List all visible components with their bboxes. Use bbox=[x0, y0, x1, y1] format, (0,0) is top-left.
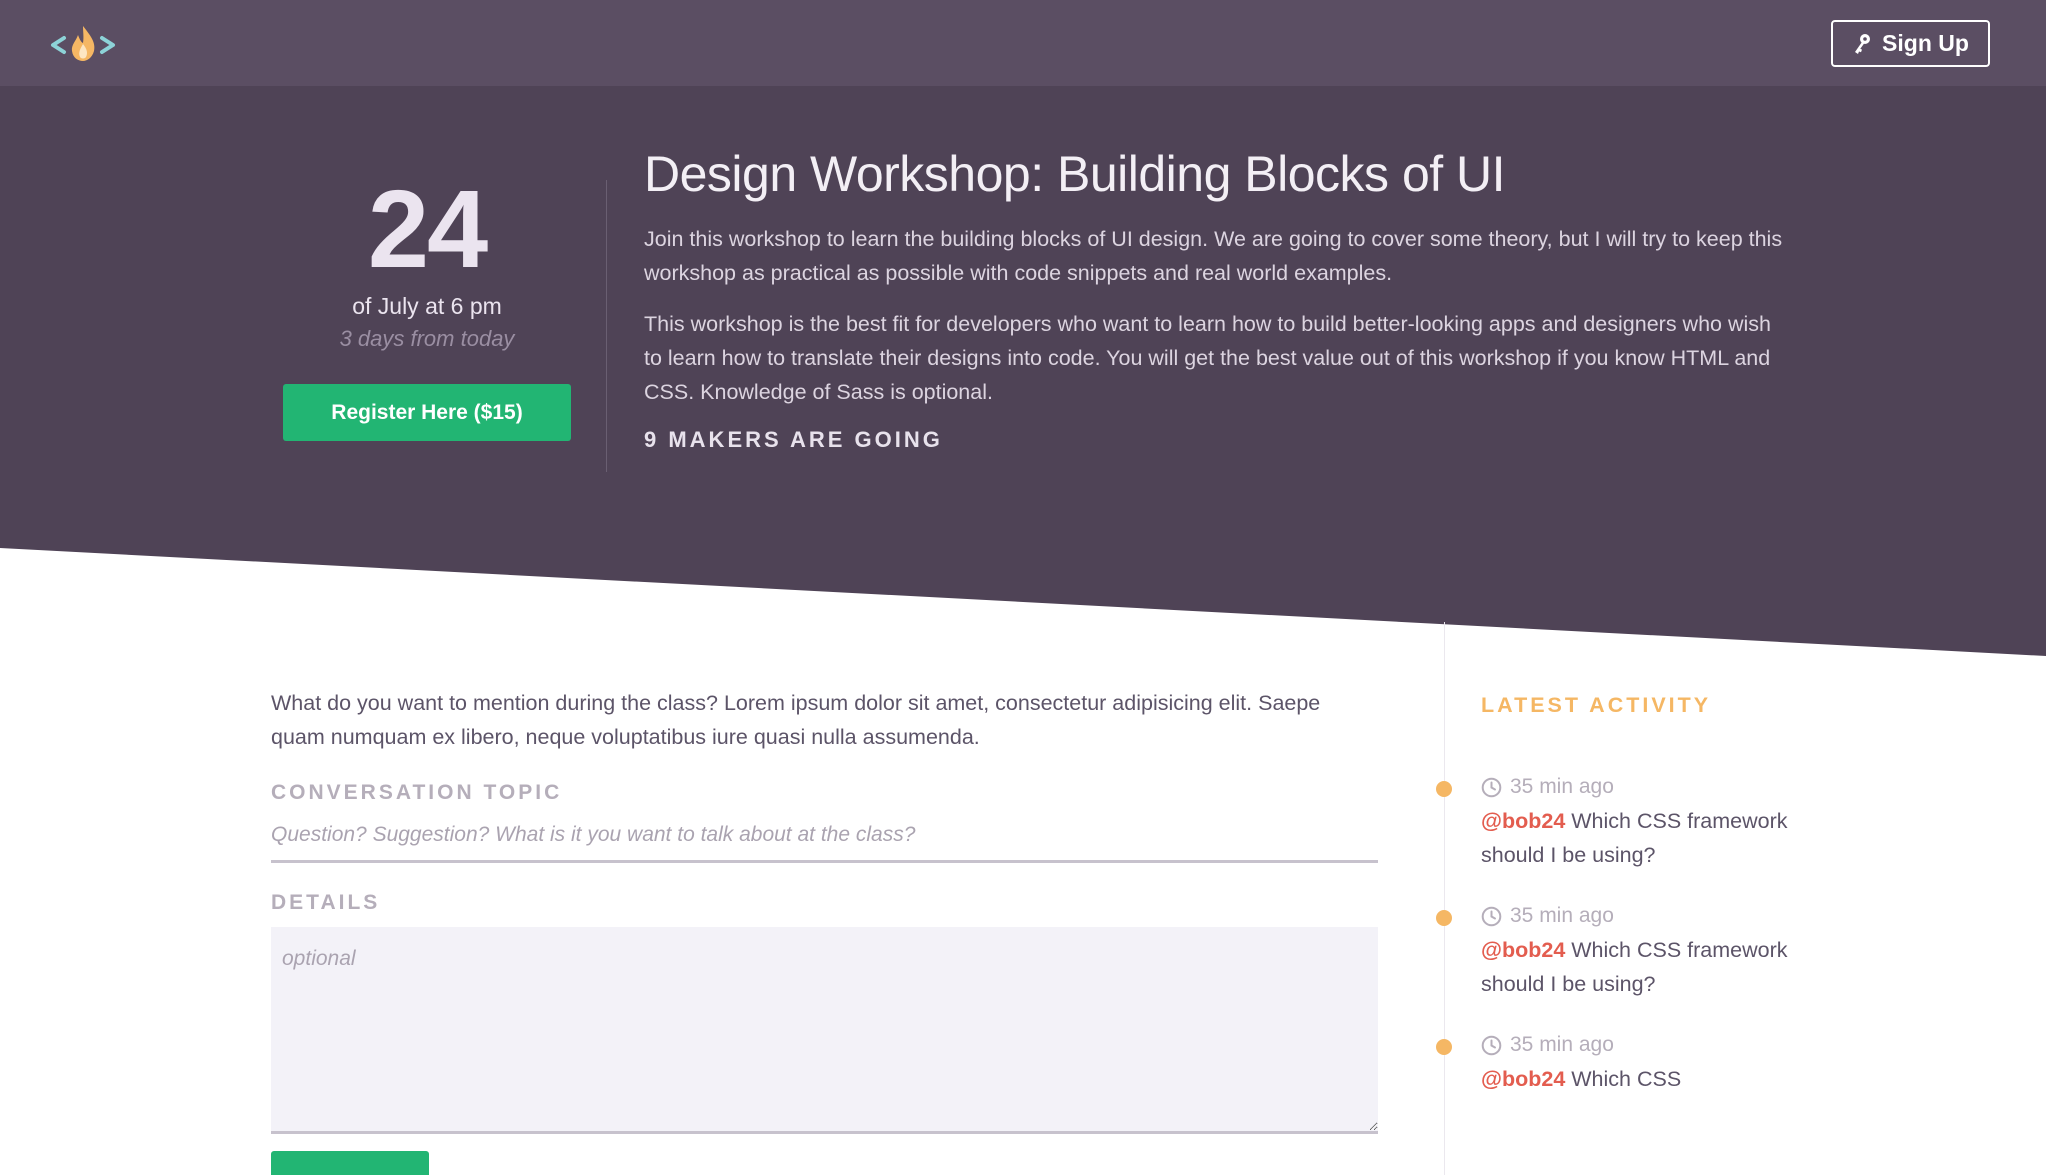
details-label: DETAILS bbox=[271, 891, 381, 914]
activity-dot bbox=[1436, 781, 1452, 797]
activity-timeline-line bbox=[1444, 622, 1445, 1175]
topic-input[interactable] bbox=[271, 818, 1378, 863]
conversation-form: What do you want to mention during the c… bbox=[271, 686, 1378, 1175]
flame-code-logo-icon[interactable] bbox=[50, 22, 116, 66]
activity-time: 35 min ago bbox=[1481, 1028, 1811, 1062]
topic-label: CONVERSATION TOPIC bbox=[271, 781, 563, 804]
register-button[interactable]: Register Here ($15) bbox=[283, 384, 571, 441]
event-info: Design Workshop: Building Blocks of UI J… bbox=[644, 142, 1794, 455]
clock-icon bbox=[1481, 1035, 1502, 1055]
sign-up-button[interactable]: Sign Up bbox=[1831, 20, 1990, 67]
activity-list: 35 min ago @bob24 Which CSS framework sh… bbox=[1436, 770, 1811, 1096]
event-date-text: of July at 6 pm bbox=[352, 293, 502, 319]
activity-message: @bob24 Which CSS framework should I be u… bbox=[1481, 804, 1811, 872]
event-date-block: 24 of July at 6 pm 3 days from today Reg… bbox=[283, 174, 571, 441]
activity-time-text: 35 min ago bbox=[1510, 775, 1614, 798]
activity-item: 35 min ago @bob24 Which CSS framework sh… bbox=[1436, 899, 1811, 1001]
activity-text: Which CSS bbox=[1571, 1067, 1682, 1091]
activity-username[interactable]: @bob24 bbox=[1481, 1067, 1565, 1091]
latest-activity-heading: LATEST ACTIVITY bbox=[1481, 693, 1712, 717]
submit-button[interactable] bbox=[271, 1151, 429, 1175]
event-hero: 24 of July at 6 pm 3 days from today Reg… bbox=[0, 86, 2046, 586]
sign-up-label: Sign Up bbox=[1882, 30, 1969, 56]
key-icon bbox=[1855, 33, 1871, 54]
activity-username[interactable]: @bob24 bbox=[1481, 938, 1565, 962]
activity-item: 35 min ago @bob24 Which CSS bbox=[1436, 1028, 1811, 1096]
details-textarea[interactable] bbox=[271, 927, 1378, 1134]
activity-sidebar: LATEST ACTIVITY 35 min ago @bob24 Which … bbox=[1436, 690, 1811, 1123]
hero-divider bbox=[606, 180, 607, 472]
activity-dot bbox=[1436, 1039, 1452, 1055]
form-intro: What do you want to mention during the c… bbox=[271, 691, 1321, 749]
activity-item: 35 min ago @bob24 Which CSS framework sh… bbox=[1436, 770, 1811, 872]
page: Sign Up 24 of July at 6 pm 3 days from t… bbox=[0, 0, 2046, 1175]
clock-icon bbox=[1481, 777, 1502, 797]
activity-username[interactable]: @bob24 bbox=[1481, 809, 1565, 833]
event-description-2: This workshop is the best fit for develo… bbox=[644, 312, 1771, 404]
event-relative-date: 3 days from today bbox=[339, 326, 515, 351]
event-description-1: Join this workshop to learn the building… bbox=[644, 227, 1783, 285]
activity-message: @bob24 Which CSS framework should I be u… bbox=[1481, 933, 1811, 1001]
attendee-count[interactable]: 9 MAKERS ARE GOING bbox=[644, 425, 1794, 455]
activity-time-text: 35 min ago bbox=[1510, 1033, 1614, 1056]
activity-time: 35 min ago bbox=[1481, 770, 1811, 804]
activity-message: @bob24 Which CSS bbox=[1481, 1062, 1811, 1096]
activity-time-text: 35 min ago bbox=[1510, 904, 1614, 927]
event-day-number: 24 bbox=[367, 168, 488, 291]
event-title: Design Workshop: Building Blocks of UI bbox=[644, 146, 1506, 202]
activity-dot bbox=[1436, 910, 1452, 926]
top-bar: Sign Up bbox=[0, 0, 2046, 86]
clock-icon bbox=[1481, 906, 1502, 926]
activity-time: 35 min ago bbox=[1481, 899, 1811, 933]
